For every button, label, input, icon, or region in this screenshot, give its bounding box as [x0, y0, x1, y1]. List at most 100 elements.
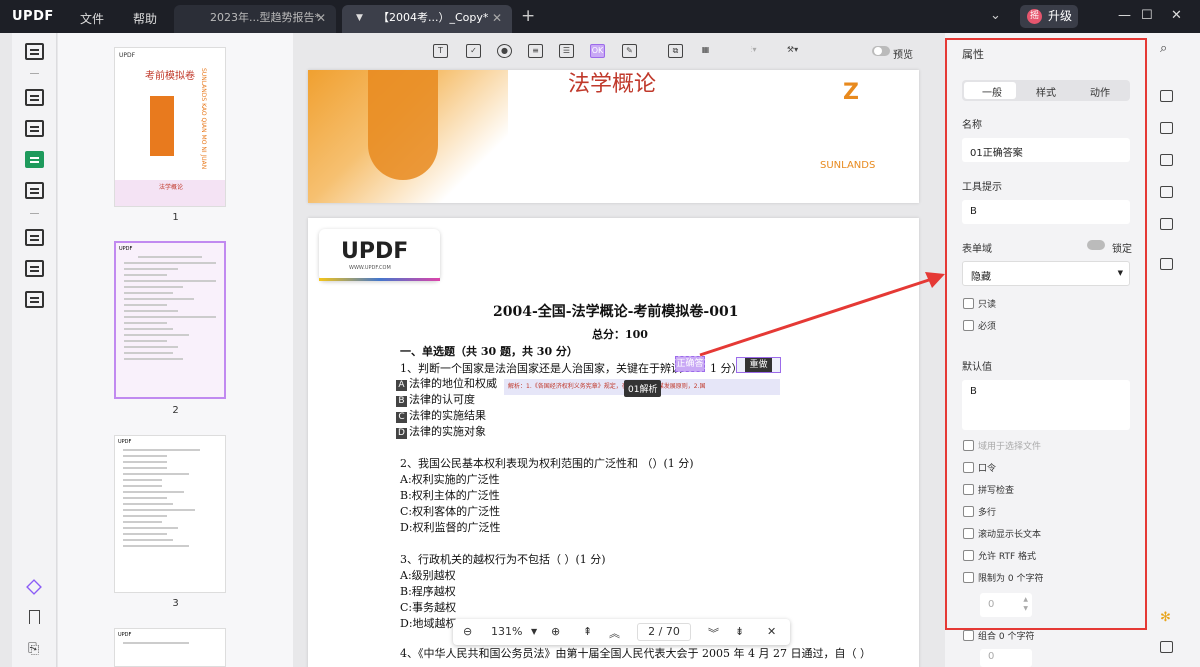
title-bar: UPDF 文件 帮助 2023年...型趋势报告* ✕ ▼ 【2004考...）_C… [0, 0, 1200, 33]
organize-icon[interactable] [25, 229, 44, 246]
minimize-icon[interactable]: — [1118, 8, 1131, 23]
button-field-icon[interactable]: OK [590, 44, 605, 58]
q2-option: C:权利客体的广泛性 [400, 505, 501, 518]
form-recognition-icon[interactable]: ⧉ [668, 44, 683, 58]
share-icon[interactable] [1160, 186, 1173, 198]
crop-icon[interactable] [25, 260, 44, 277]
name-input[interactable]: 01正确答案 [962, 138, 1130, 162]
chevron-down-icon[interactable]: ⌄ [990, 8, 1001, 23]
last-page-icon[interactable]: ⇟ [735, 625, 744, 638]
panel-title: 属性 [962, 48, 984, 61]
readonly-checkbox[interactable]: 只读 [963, 297, 996, 310]
ai-icon[interactable]: ✻ [1160, 610, 1171, 625]
tab-style[interactable]: 样式 [1018, 84, 1074, 99]
char-limit-checkbox[interactable]: 限制为 0 个字符 [963, 571, 1043, 584]
multiline-checkbox[interactable]: 多行 [963, 505, 996, 518]
reader-icon[interactable] [25, 43, 44, 60]
redo-button-field[interactable]: 重做 [736, 357, 781, 373]
close-icon[interactable]: ✕ [767, 625, 776, 638]
new-tab-icon[interactable]: + [521, 6, 535, 26]
comb-stepper[interactable]: 0 [980, 649, 1032, 667]
preview-toggle[interactable]: 预览 [872, 46, 913, 61]
tab-dropdown-icon[interactable]: ▼ [356, 5, 363, 31]
tools-icon[interactable]: ⚒▾ [785, 44, 800, 58]
bookmark-icon[interactable] [29, 610, 40, 624]
toggle-icon[interactable] [872, 46, 890, 56]
zoom-level[interactable]: 131% [491, 625, 522, 638]
save-icon[interactable] [1160, 258, 1173, 270]
radio-icon[interactable]: ● [497, 44, 512, 58]
protect-icon[interactable] [25, 291, 44, 308]
lock-toggle[interactable] [1087, 240, 1105, 250]
zoom-in-icon[interactable]: ⊕ [551, 625, 560, 638]
thumbnail-page-2[interactable]: UPDF [114, 241, 226, 399]
upgrade-button[interactable]: 摇升级 [1020, 5, 1078, 28]
spellcheck-checkbox[interactable]: 拼写检查 [963, 483, 1014, 496]
visibility-select[interactable]: 隐藏 ▼ [962, 261, 1130, 286]
grid-icon[interactable]: ▦ [698, 44, 713, 58]
combo-box-icon[interactable]: ≡ [528, 44, 543, 58]
char-limit-stepper[interactable]: 0 ▲ ▼ [980, 593, 1032, 617]
list-box-icon[interactable]: ☰ [559, 44, 574, 58]
thumbnail-page-1[interactable]: UPDF 考前模拟卷 SUNLANDS KAO QIAN MO NI JUAN … [114, 47, 226, 207]
question-3: 3、行政机关的越权行为不包括（ ）(1 分) [400, 553, 606, 566]
tooltip-label: 工具提示 [962, 182, 1002, 193]
comb-checkbox[interactable]: 组合 0 个字符 [963, 629, 1034, 642]
convert-icon[interactable] [25, 182, 44, 199]
convert-icon[interactable] [1160, 122, 1173, 134]
thumbnail-page-4[interactable]: UPDF [114, 628, 226, 667]
scroll-text-checkbox[interactable]: 滚动显示长文本 [963, 527, 1041, 540]
required-checkbox[interactable]: 必须 [963, 319, 996, 332]
zoom-out-icon[interactable]: ⊖ [463, 625, 472, 638]
tab-general[interactable]: 一般 [964, 84, 1020, 99]
thumbnail-page-3[interactable]: UPDF [114, 435, 226, 593]
close-tab-icon[interactable]: ✕ [316, 5, 326, 31]
close-tab-icon[interactable]: ✕ [492, 5, 502, 31]
menu-file[interactable]: 文件 [80, 10, 104, 27]
edit-icon[interactable] [25, 120, 44, 137]
q2-option: A:权利实施的广泛性 [400, 473, 500, 486]
first-page-icon[interactable]: ⇞ [583, 625, 592, 638]
avatar: 摇 [1027, 9, 1042, 24]
next-page-icon[interactable]: ︾ [708, 625, 719, 641]
tooltip-input[interactable]: B [962, 200, 1130, 224]
tab-exam[interactable]: ▼ 【2004考...）_Copy* ✕ [342, 5, 512, 33]
file-select-checkbox[interactable]: 域用于选择文件 [963, 439, 1041, 452]
zoom-dropdown-icon[interactable]: ▼ [531, 627, 537, 636]
comment-icon[interactable] [1160, 641, 1173, 653]
comment-icon[interactable] [25, 89, 44, 106]
page-title: 2004-全国-法学概论-考前模拟卷-001 [493, 304, 739, 320]
text-field-icon[interactable]: T [433, 44, 448, 58]
menu-help[interactable]: 帮助 [133, 10, 157, 27]
checkbox-icon[interactable]: ✓ [466, 44, 481, 58]
close-window-icon[interactable]: ✕ [1171, 8, 1182, 23]
align-icon[interactable]: ⫶▾ [746, 44, 761, 58]
thumb-image [150, 96, 174, 156]
search-icon[interactable]: ⌕ [1160, 41, 1167, 56]
layers-icon[interactable] [26, 579, 42, 595]
attachment-icon[interactable]: ⎘ [28, 641, 39, 657]
form-icon[interactable] [25, 151, 44, 168]
tab-report[interactable]: 2023年...型趋势报告* ✕ [174, 5, 336, 33]
ocr-icon[interactable] [1160, 90, 1173, 102]
page-input[interactable]: 2 / 70 [637, 623, 691, 641]
properties-panel: 属性 一般 样式 动作 名称 01正确答案 工具提示 B 表单域 锁定 隐藏 ▼ … [945, 33, 1150, 667]
rtf-checkbox[interactable]: 允许 RTF 格式 [963, 549, 1036, 562]
property-tabs: 一般 样式 动作 [962, 80, 1130, 101]
tab-action[interactable]: 动作 [1072, 84, 1128, 99]
default-value-label: 默认值 [962, 362, 992, 373]
question-2: 2、我国公民基本权利表现为权利范围的广泛性和 （）(1 分) [400, 457, 694, 470]
email-icon[interactable] [1160, 218, 1173, 230]
password-checkbox[interactable]: 口令 [963, 461, 996, 474]
thumbnail-panel: UPDF 考前模拟卷 SUNLANDS KAO QIAN MO NI JUAN … [58, 33, 293, 667]
question-4: 4、《中华人民共和国公务员法》由第十届全国人民代表大会于 2005 年 4 月 … [400, 647, 871, 660]
signature-icon[interactable]: ✎ [622, 44, 637, 58]
protect-icon[interactable] [1160, 154, 1173, 166]
prev-page-icon[interactable]: ︽ [609, 625, 620, 641]
option-c: C 法律的实施结果 [396, 407, 486, 423]
q3-option: C:事务越权 [400, 601, 457, 614]
default-value-input[interactable]: B [962, 380, 1130, 430]
selected-button-field[interactable]: 正确答 [675, 356, 705, 372]
divider [30, 73, 39, 74]
maximize-icon[interactable]: ☐ [1141, 8, 1153, 23]
